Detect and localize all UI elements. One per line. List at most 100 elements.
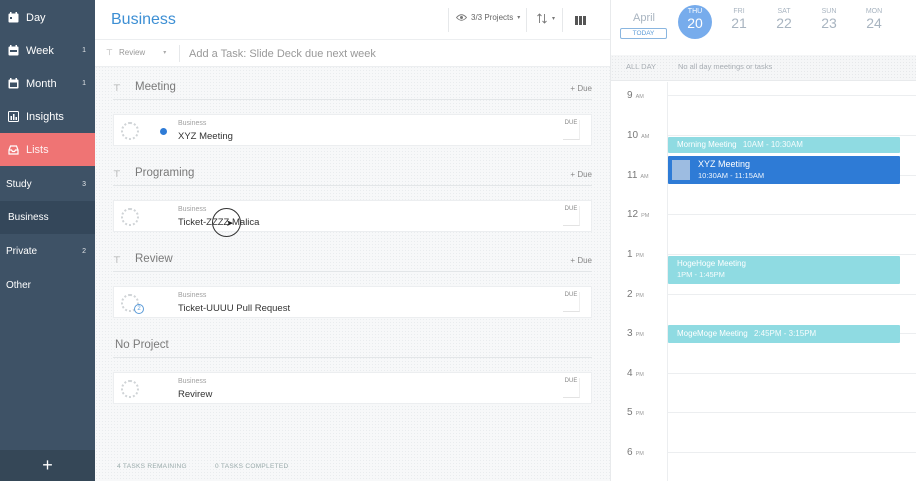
hour-row: 6 PM: [611, 447, 916, 481]
header-divider: [448, 8, 449, 32]
list-other-label: Other: [6, 280, 32, 291]
hour-label: 9 AM: [627, 90, 644, 101]
calendar-time-grid[interactable]: 9 AM 10 AM 11 AM 12 PM 1 PM 2 PM 3 PM 4 PM: [611, 82, 916, 481]
list-study[interactable]: Study 3: [0, 168, 95, 201]
nav-insights-label: Insights: [26, 110, 64, 123]
add-due-button[interactable]: + Due: [570, 256, 592, 265]
hour-line: [667, 135, 916, 136]
tasks-completed: 0 TASKS COMPLETED: [215, 463, 289, 470]
column-view-button[interactable]: [571, 12, 589, 28]
projects-filter-label: 3/3 Projects: [471, 13, 514, 22]
add-due-button[interactable]: + Due: [570, 84, 592, 93]
task-card[interactable]: 2 Business Ticket-UUUU Pull Request DUE: [113, 286, 592, 318]
nav-week[interactable]: Week 1: [0, 34, 95, 67]
hour-row: 9 AM: [611, 90, 916, 130]
event-time: 1PM - 1:45PM: [677, 270, 725, 279]
day-date: 24: [866, 15, 882, 31]
nav-day-label: Day: [26, 11, 46, 24]
task-title: Revirew: [178, 389, 213, 400]
section-header-programing: ⊤ Programing + Due: [113, 166, 592, 186]
hour-label: 10 AM: [627, 130, 650, 141]
day-name: SAT: [777, 8, 791, 15]
calendar-week-icon: [7, 45, 19, 57]
hour-label: 6 PM: [627, 447, 644, 458]
pin-icon: ⊤: [113, 83, 121, 93]
section-title: Programing: [135, 167, 195, 179]
day-date: 23: [821, 15, 837, 31]
hour-line: [667, 452, 916, 453]
add-bar-divider: [179, 45, 180, 62]
list-business-label: Business: [8, 212, 49, 223]
main-header: Business 3/3 Projects ▾ ▾: [95, 0, 610, 40]
projects-filter-button[interactable]: 3/3 Projects ▾: [456, 13, 520, 22]
task-due-button[interactable]: DUE: [563, 120, 580, 140]
task-title: Ticket-UUUU Pull Request: [178, 303, 291, 314]
calendar-event[interactable]: HogeHoge Meeting 1PM - 1:45PM: [668, 256, 900, 284]
task-checkbox[interactable]: [121, 122, 139, 140]
nav-day[interactable]: Day: [0, 1, 95, 34]
task-due-button[interactable]: DUE: [563, 292, 580, 312]
task-list-panel: Business 3/3 Projects ▾ ▾ ⊤ Review ▾ Add…: [95, 0, 610, 481]
task-title: XYZ Meeting: [178, 131, 233, 142]
calendar-event[interactable]: MogeMoge Meeting 2:45PM - 3:15PM: [668, 325, 900, 343]
add-task-input[interactable]: [189, 46, 519, 62]
header-divider: [562, 8, 563, 32]
page-title: Business: [111, 11, 176, 28]
pin-icon: ⊤: [106, 48, 113, 57]
event-time: 10AM - 10:30AM: [742, 140, 803, 149]
sidebar: Day Week 1 Month 1 Insights Lists Study …: [0, 0, 95, 481]
task-checkbox[interactable]: [121, 380, 139, 398]
day-column-mon[interactable]: MON 24: [857, 8, 891, 31]
task-card[interactable]: Business Ticket-ZZZZ Malica DUE: [113, 200, 592, 232]
calendar-day-icon: [7, 12, 19, 24]
calendar-event[interactable]: Morning Meeting 10AM - 10:30AM: [668, 137, 900, 153]
hour-line: [667, 95, 916, 96]
columns-icon: [574, 15, 586, 25]
hour-label: 3 PM: [627, 328, 644, 339]
nav-month[interactable]: Month 1: [0, 67, 95, 100]
task-due-button[interactable]: DUE: [563, 206, 580, 226]
hour-row: 2 PM: [611, 289, 916, 329]
nav-month-count: 1: [82, 80, 86, 87]
hour-line: [667, 412, 916, 413]
day-name: MON: [865, 8, 883, 15]
hour-row: 4 PM: [611, 368, 916, 408]
list-study-count: 3: [82, 181, 86, 188]
hour-row: 5 PM: [611, 407, 916, 447]
add-list-button[interactable]: +: [0, 450, 95, 481]
task-card[interactable]: Business Revirew DUE: [113, 372, 592, 404]
event-time: 10:30AM - 11:15AM: [698, 171, 765, 180]
day-column-sat[interactable]: SAT 22: [767, 8, 801, 31]
day-column-sun[interactable]: SUN 23: [812, 8, 846, 31]
section-title: Review: [135, 253, 173, 265]
nav-insights[interactable]: Insights: [0, 100, 95, 133]
task-checkbox[interactable]: [121, 208, 139, 226]
section-header-review: ⊤ Review + Due: [113, 252, 592, 272]
day-column-fri[interactable]: FRI 21: [722, 8, 756, 31]
list-business[interactable]: Business: [0, 201, 95, 234]
hour-label: 5 PM: [627, 407, 644, 418]
calendar-scheduled-dot: [160, 128, 167, 135]
add-due-button[interactable]: + Due: [570, 170, 592, 179]
cursor-arrow-icon: ➤: [226, 218, 234, 228]
list-other[interactable]: Other: [0, 269, 95, 302]
task-card[interactable]: Business XYZ Meeting DUE: [113, 114, 592, 146]
hour-line: [667, 373, 916, 374]
header-divider: [526, 8, 527, 32]
task-due-button[interactable]: DUE: [563, 378, 580, 398]
month-name: April: [633, 12, 656, 24]
section-title: Meeting: [135, 81, 176, 93]
hour-row: 12 PM: [611, 209, 916, 249]
calendar-event[interactable]: XYZ Meeting 10:30AM - 11:15AM: [668, 156, 900, 184]
calendar-header: April TODAY THU 20 FRI 21 SAT 22 SUN 23 …: [611, 0, 916, 45]
today-button[interactable]: TODAY: [620, 28, 667, 39]
day-column-thu[interactable]: THU 20: [678, 5, 712, 39]
list-private[interactable]: Private 2: [0, 235, 95, 268]
tasks-remaining: 4 TASKS REMAINING: [117, 463, 187, 470]
event-drag-handle[interactable]: [672, 160, 690, 180]
task-project: Business: [178, 292, 207, 299]
sort-button[interactable]: ▾: [537, 13, 555, 24]
nav-lists[interactable]: Lists: [0, 133, 95, 166]
add-task-section-select[interactable]: ⊤ Review ▾: [106, 48, 166, 57]
hour-label: 1 PM: [627, 249, 644, 260]
